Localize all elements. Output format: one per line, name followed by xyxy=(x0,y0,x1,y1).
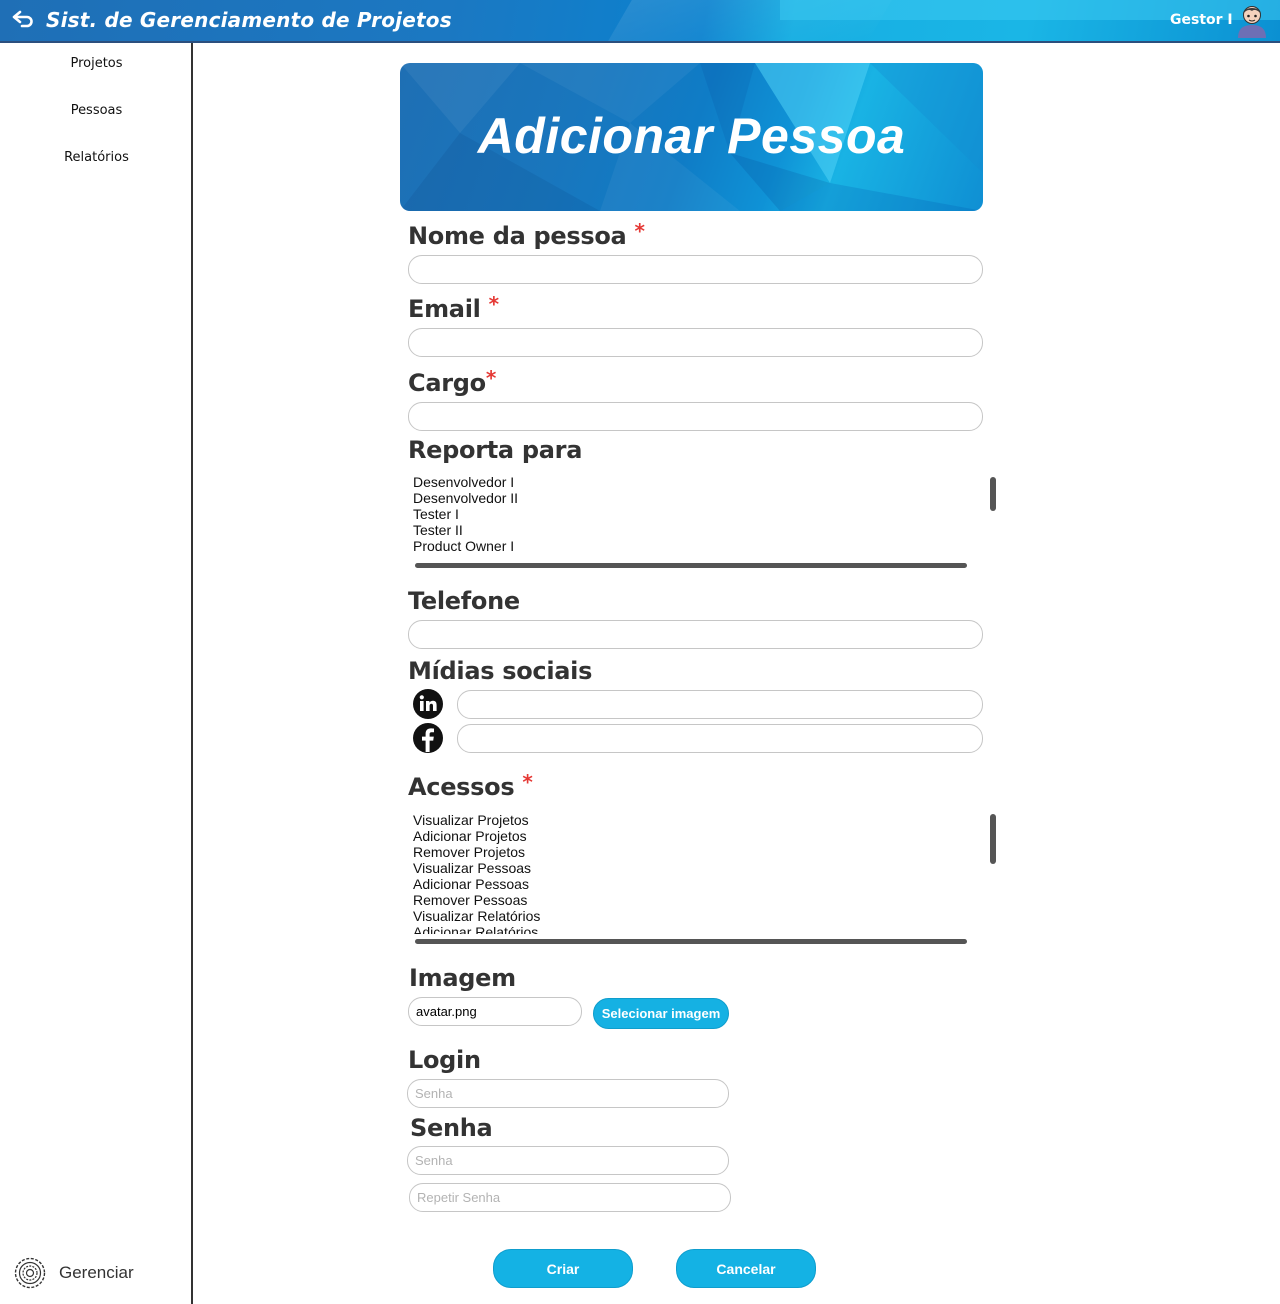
list-item[interactable]: Visualizar Relatórios xyxy=(413,908,993,924)
manage-button[interactable]: Gerenciar xyxy=(12,1257,134,1289)
linkedin-icon xyxy=(413,689,443,719)
name-input[interactable] xyxy=(408,255,983,284)
cargo-label: Cargo* xyxy=(408,366,496,397)
acessos-listbox[interactable]: Visualizar Projetos Adicionar Projetos R… xyxy=(413,812,993,934)
list-item[interactable]: Visualizar Pessoas xyxy=(413,860,993,876)
back-arrow-icon[interactable] xyxy=(12,9,36,29)
required-marker: * xyxy=(522,770,533,794)
required-marker: * xyxy=(634,219,645,243)
cargo-input[interactable] xyxy=(408,402,983,431)
required-marker: * xyxy=(485,366,496,390)
facebook-icon xyxy=(413,723,443,753)
list-item[interactable]: Adicionar Relatórios xyxy=(413,924,993,934)
list-item[interactable]: Adicionar Pessoas xyxy=(413,876,993,892)
reporta-listbox[interactable]: Desenvolvedor I Desenvolvedor II Tester … xyxy=(413,474,993,554)
linkedin-input[interactable] xyxy=(457,690,983,719)
required-marker: * xyxy=(488,292,499,316)
email-label-text: Email xyxy=(408,295,481,323)
cancel-button[interactable]: Cancelar xyxy=(676,1249,816,1288)
page-banner: Adicionar Pessoa xyxy=(400,63,983,211)
email-input[interactable] xyxy=(408,328,983,357)
repeat-password-input[interactable] xyxy=(409,1183,731,1212)
sidebar-item-relatorios[interactable]: Relatórios xyxy=(0,150,193,165)
list-item[interactable]: Tester I xyxy=(413,506,993,522)
midias-label: Mídias sociais xyxy=(408,657,593,685)
reporta-horizontal-scrollbar[interactable] xyxy=(415,563,967,568)
sidebar-item-projetos[interactable]: Projetos xyxy=(0,56,193,71)
user-avatar-icon[interactable] xyxy=(1236,2,1268,38)
login-input[interactable] xyxy=(407,1079,729,1108)
top-bar: Sist. de Gerenciamento de Projetos Gesto… xyxy=(0,0,1280,41)
telefone-input[interactable] xyxy=(408,620,983,649)
cargo-label-text: Cargo xyxy=(408,369,486,397)
acessos-label: Acessos * xyxy=(408,770,533,801)
gear-icon xyxy=(14,1257,46,1289)
list-item[interactable]: Visualizar Projetos xyxy=(413,812,993,828)
telefone-label: Telefone xyxy=(408,587,520,615)
page-title: Adicionar Pessoa xyxy=(477,108,906,164)
list-item[interactable]: Remover Projetos xyxy=(413,844,993,860)
image-filename-input[interactable] xyxy=(408,997,582,1026)
senha-label: Senha xyxy=(410,1114,493,1142)
name-label: Nome da pessoa * xyxy=(408,219,645,250)
acessos-label-text: Acessos xyxy=(408,773,515,801)
name-label-text: Nome da pessoa xyxy=(408,222,627,250)
app-title: Sist. de Gerenciamento de Projetos xyxy=(46,8,452,32)
list-item[interactable]: Remover Pessoas xyxy=(413,892,993,908)
list-item[interactable]: Desenvolvedor I xyxy=(413,474,993,490)
sidebar-item-pessoas[interactable]: Pessoas xyxy=(0,103,193,118)
acessos-horizontal-scrollbar[interactable] xyxy=(415,939,967,944)
manage-label: Gerenciar xyxy=(59,1263,134,1282)
facebook-input[interactable] xyxy=(457,724,983,753)
acessos-vertical-scrollbar[interactable] xyxy=(990,814,996,864)
login-label: Login xyxy=(408,1046,481,1074)
reporta-label: Reporta para xyxy=(408,436,583,464)
list-item[interactable]: Desenvolvedor II xyxy=(413,490,993,506)
user-name[interactable]: Gestor I xyxy=(1170,12,1233,28)
list-item[interactable]: Product Owner I xyxy=(413,538,993,554)
email-label: Email * xyxy=(408,292,499,323)
reporta-vertical-scrollbar[interactable] xyxy=(990,477,996,511)
select-image-button[interactable]: Selecionar imagem xyxy=(593,998,729,1029)
imagem-label: Imagem xyxy=(409,964,516,992)
list-item[interactable]: Adicionar Projetos xyxy=(413,828,993,844)
sidebar: Projetos Pessoas Relatórios Gerenciar xyxy=(0,43,193,1304)
create-button[interactable]: Criar xyxy=(493,1249,633,1288)
list-item[interactable]: Tester II xyxy=(413,522,993,538)
password-input[interactable] xyxy=(407,1146,729,1175)
